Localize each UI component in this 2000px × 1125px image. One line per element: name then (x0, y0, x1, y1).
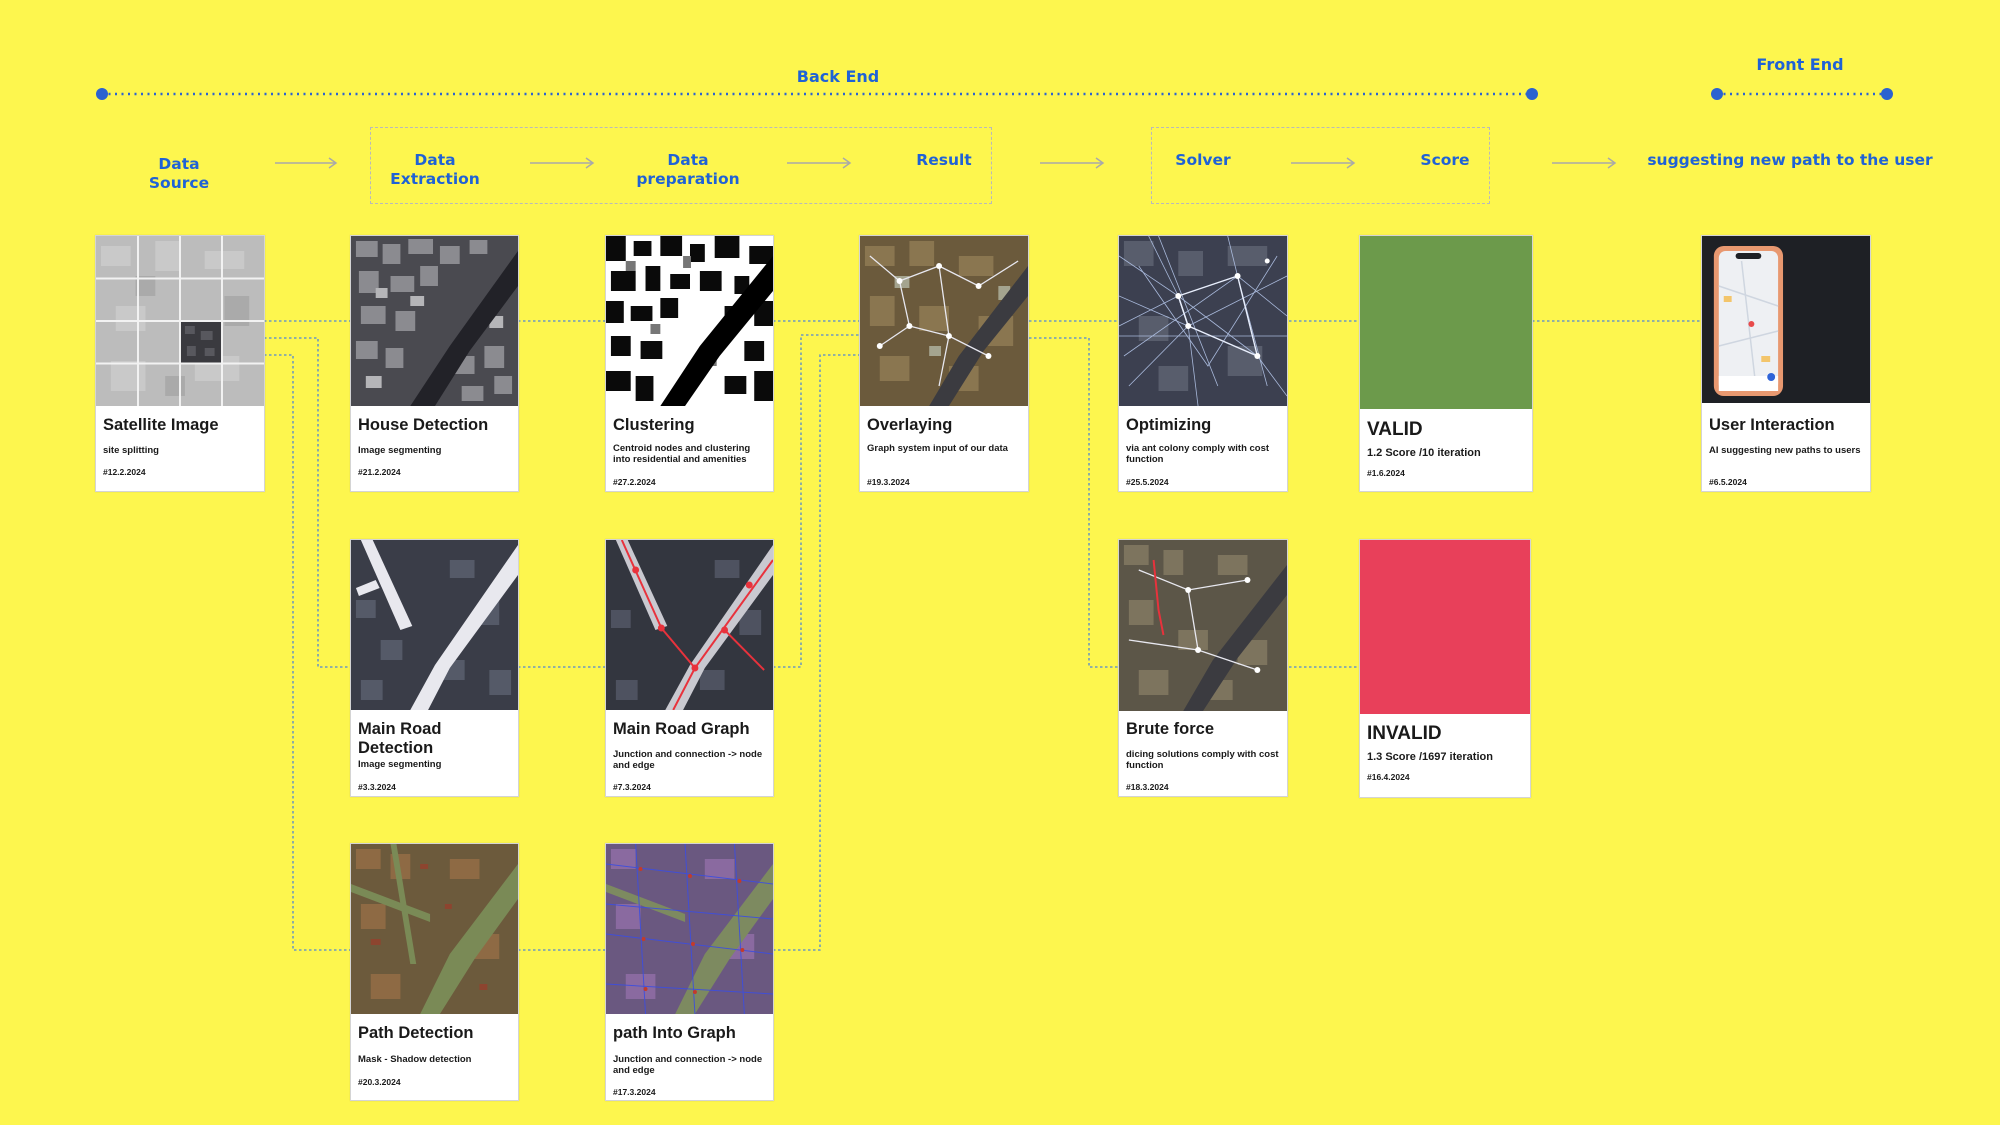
stage-solver-label: Solver (1175, 151, 1231, 169)
timeline-frontend (1711, 88, 1893, 100)
card-date: #21.2.2024 (358, 467, 401, 477)
card-date: #16.4.2024 (1367, 772, 1410, 782)
timeline-backend (96, 88, 1538, 100)
card-title: INVALID (1367, 723, 1442, 744)
card-title: Main Road Detection (358, 720, 442, 757)
card-user-interaction[interactable]: User Interaction AI suggesting new paths… (1701, 235, 1871, 492)
card-title: Satellite Image (103, 416, 219, 434)
path-into-graph-thumbnail (606, 844, 773, 1014)
card-title: path Into Graph (613, 1024, 736, 1042)
card-title: Main Road Graph (613, 720, 750, 738)
card-date: #12.2.2024 (103, 467, 146, 477)
timeline-backend-end-dot (1526, 88, 1538, 100)
card-description: 1.2 Score /10 iteration (1367, 447, 1481, 459)
card-path-into-graph[interactable]: path Into Graph Junction and connection … (605, 843, 774, 1101)
stage-score-label: Score (1420, 151, 1470, 169)
card-optimizing[interactable]: Optimizing via ant colony comply with co… (1118, 235, 1288, 492)
card-house-detection[interactable]: House Detection Image segmenting #21.2.2… (350, 235, 519, 492)
main-road-detection-thumbnail (351, 540, 518, 710)
card-description: AI suggesting new paths to users (1709, 445, 1861, 456)
card-description: 1.3 Score /1697 iteration (1367, 751, 1493, 763)
card-description: Image segmenting (358, 445, 442, 456)
stage-data-extraction-label: Data Extraction (390, 151, 480, 189)
path-detection-thumbnail (351, 844, 518, 1014)
valid-color-swatch (1360, 236, 1532, 409)
card-invalid[interactable]: INVALID 1.3 Score /1697 iteration #16.4.… (1359, 539, 1531, 798)
optimizing-thumbnail (1119, 236, 1287, 406)
house-detection-thumbnail (351, 236, 518, 406)
overlaying-thumbnail (860, 236, 1028, 406)
card-title: Overlaying (867, 416, 953, 434)
timeline-frontend-start-dot (1711, 88, 1723, 100)
timeline-frontend-end-dot (1881, 88, 1893, 100)
card-title: Optimizing (1126, 416, 1212, 434)
stage-result-label: Result (916, 151, 972, 169)
card-brute-force[interactable]: Brute force dicing solutions comply with… (1118, 539, 1288, 797)
card-description: Centroid nodes and clustering into resid… (613, 443, 751, 465)
card-description: Junction and connection -> node and edge (613, 749, 763, 771)
card-date: #7.3.2024 (613, 782, 651, 792)
card-main-road-graph[interactable]: Main Road Graph Junction and connection … (605, 539, 774, 797)
card-title: Clustering (613, 416, 695, 434)
card-overlaying[interactable]: Overlaying Graph system input of our dat… (859, 235, 1029, 492)
card-date: #27.2.2024 (613, 477, 656, 487)
phase-frontend-label: Front End (1756, 55, 1844, 74)
card-title: Brute force (1126, 720, 1215, 738)
card-date: #20.3.2024 (358, 1077, 401, 1087)
card-date: #6.5.2024 (1709, 477, 1747, 487)
invalid-color-swatch (1360, 540, 1530, 714)
stage-data-preparation-label: Data preparation (636, 151, 740, 189)
card-date: #17.3.2024 (613, 1087, 656, 1097)
card-valid[interactable]: VALID 1.2 Score /10 iteration #1.6.2024 (1359, 235, 1533, 492)
phase-backend-label: Back End (796, 67, 880, 86)
clustering-thumbnail (606, 236, 773, 406)
card-description: Graph system input of our data (867, 443, 1008, 454)
user-interaction-thumbnail (1702, 236, 1870, 403)
card-description: Junction and connection -> node and edge (613, 1054, 763, 1076)
card-description: Image segmenting (358, 759, 442, 770)
card-date: #18.3.2024 (1126, 782, 1169, 792)
card-path-detection[interactable]: Path Detection Mask - Shadow detection #… (350, 843, 519, 1101)
card-satellite-image[interactable]: Satellite Image site splitting #12.2.202… (95, 235, 265, 492)
card-title: User Interaction (1709, 416, 1835, 434)
card-date: #3.3.2024 (358, 782, 396, 792)
card-clustering[interactable]: Clustering Centroid nodes and clustering… (605, 235, 774, 492)
main-road-graph-thumbnail (606, 540, 773, 710)
card-description: dicing solutions comply with cost functi… (1126, 749, 1279, 771)
stage-suggest-label: suggesting new path to the user (1647, 151, 1933, 169)
card-description: site splitting (103, 445, 159, 456)
arrow-icon (1040, 157, 1105, 169)
satellite-image-thumbnail (96, 236, 264, 406)
card-title: VALID (1367, 419, 1423, 440)
stage-data-source-label: Data Source (148, 155, 210, 193)
card-main-road-detection[interactable]: Main Road Detection Image segmenting #3.… (350, 539, 519, 797)
card-date: #1.6.2024 (1367, 468, 1405, 478)
card-date: #25.5.2024 (1126, 477, 1169, 487)
card-date: #19.3.2024 (867, 477, 910, 487)
card-description: Mask - Shadow detection (358, 1054, 472, 1065)
timeline-start-dot (96, 88, 108, 100)
card-title: Path Detection (358, 1024, 474, 1042)
arrow-icon (1552, 157, 1617, 169)
arrow-icon (275, 157, 338, 169)
brute-force-thumbnail (1119, 540, 1287, 711)
card-title: House Detection (358, 416, 489, 434)
card-description: via ant colony comply with cost function (1126, 443, 1270, 465)
